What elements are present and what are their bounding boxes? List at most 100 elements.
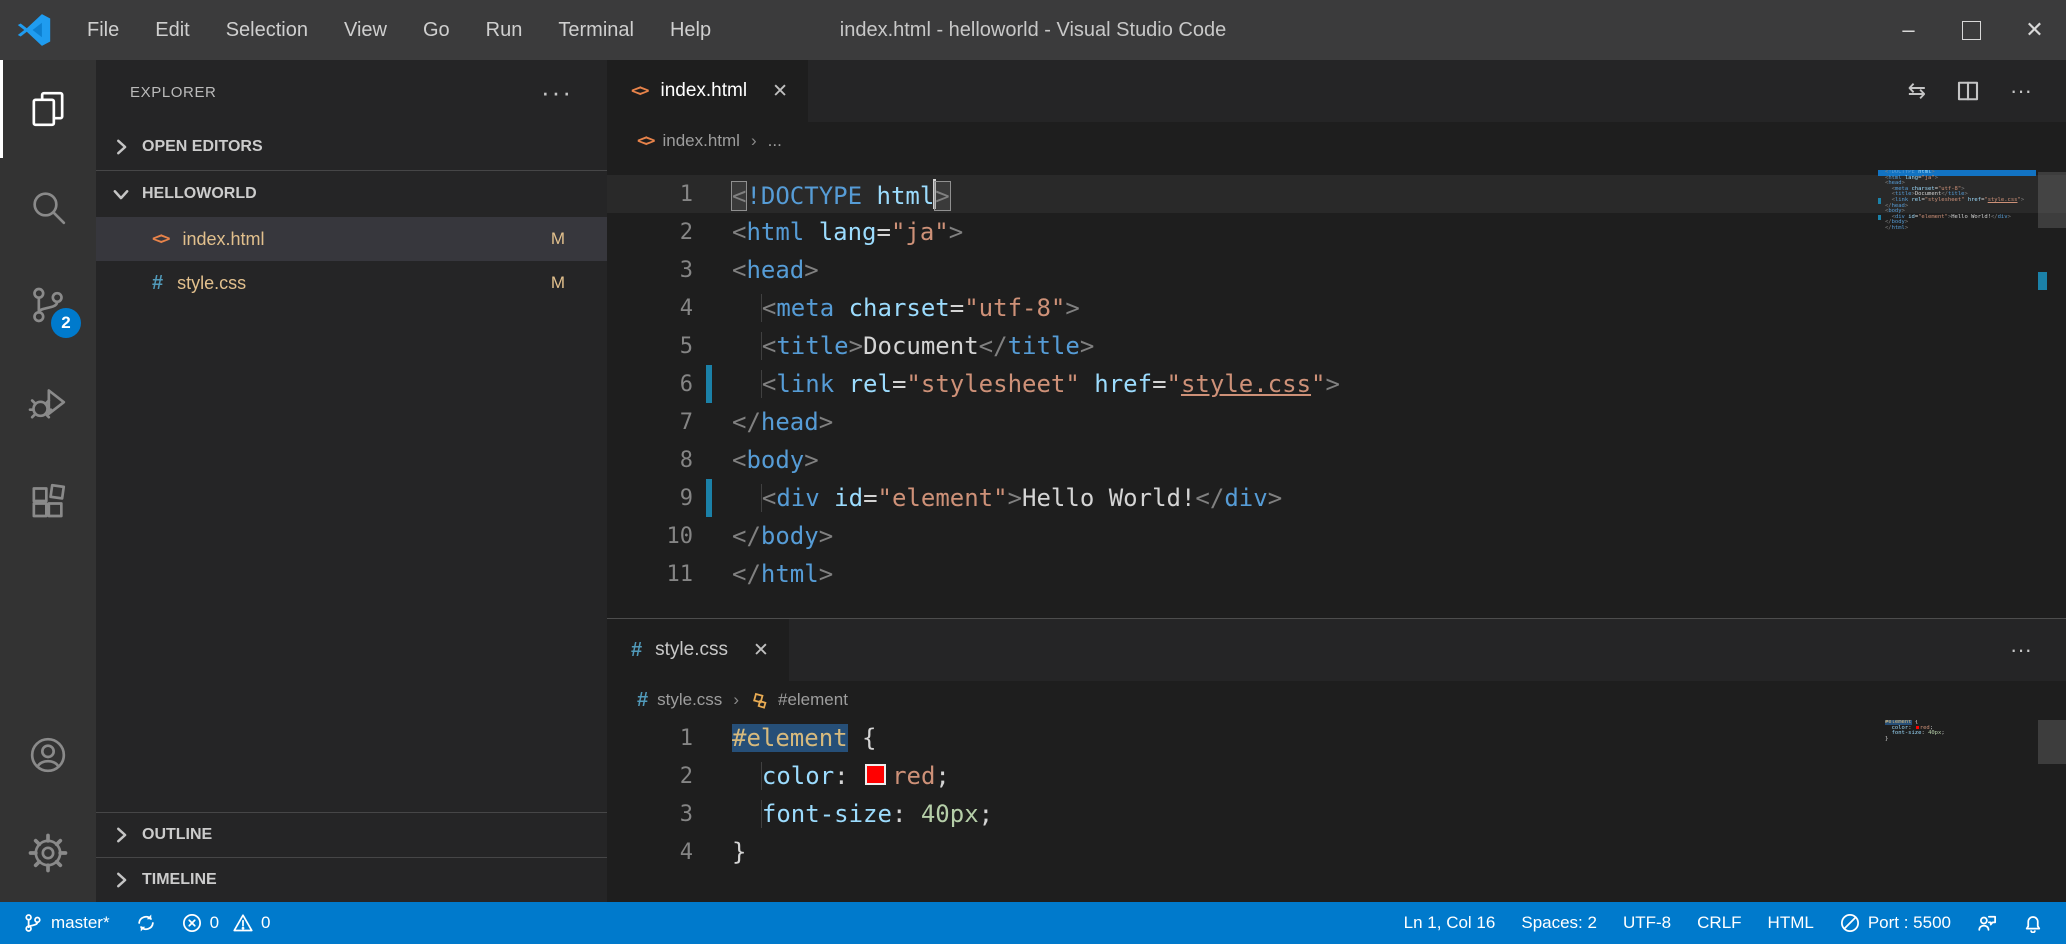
more-actions-button[interactable]: ···: [2010, 637, 2032, 663]
menu-item-selection[interactable]: Selection: [211, 13, 323, 48]
breadcrumb-item[interactable]: #style.css: [637, 689, 722, 712]
menu-item-terminal[interactable]: Terminal: [543, 13, 649, 48]
menu-item-run[interactable]: Run: [471, 13, 538, 48]
close-tab-icon[interactable]: ✕: [772, 80, 788, 103]
status-feedback[interactable]: [1964, 902, 2010, 944]
minimap[interactable]: #element { color: red; font-size: 40px;}: [1878, 720, 2036, 742]
status-eol[interactable]: CRLF: [1684, 902, 1754, 944]
menu-item-view[interactable]: View: [329, 13, 402, 48]
error-icon: [182, 913, 202, 933]
maximize-button[interactable]: [1940, 0, 2003, 60]
activity-run-debug-button[interactable]: [0, 354, 96, 452]
css-file-icon: #: [637, 689, 648, 712]
files-icon: [28, 89, 68, 129]
tab-style-css[interactable]: #style.css✕: [607, 619, 789, 681]
workbench: 2 EXPLORER ··· OPEN EDITORS HELLOWORLD <…: [0, 60, 2066, 902]
activity-account-button[interactable]: [0, 706, 96, 804]
code-editor[interactable]: 1#element {2 color: red;3 font-size: 40p…: [607, 719, 2066, 871]
status-cursor-position[interactable]: Ln 1, Col 16: [1391, 902, 1509, 944]
code-line[interactable]: 8<body>: [607, 441, 2066, 479]
activity-search-button[interactable]: [0, 158, 96, 256]
status-sync[interactable]: [123, 902, 169, 944]
code-line[interactable]: 3 font-size: 40px;: [607, 795, 2066, 833]
close-tab-icon[interactable]: ✕: [753, 639, 769, 662]
folder-section-helloworld[interactable]: HELLOWORLD: [96, 171, 607, 217]
activity-settings-button[interactable]: [0, 804, 96, 902]
file-item-style-css[interactable]: #style.cssM: [96, 261, 607, 305]
window-controls: –✕: [1877, 0, 2066, 60]
status-encoding[interactable]: UTF-8: [1610, 902, 1684, 944]
status-language-mode[interactable]: HTML: [1755, 902, 1827, 944]
activity-bar-bottom-items: [0, 706, 96, 902]
gutter-spacer: [706, 175, 712, 213]
gutter-spacer: [706, 795, 712, 833]
more-actions-button[interactable]: ···: [2010, 78, 2032, 104]
breadcrumb-item[interactable]: ...: [768, 131, 782, 151]
code-line[interactable]: 7</head>: [607, 403, 2066, 441]
minimap[interactable]: <!DOCTYPE html><html lang="ja"><head> <m…: [1878, 170, 2036, 232]
css-color-swatch[interactable]: [865, 764, 886, 785]
code-line[interactable]: 10</body>: [607, 517, 2066, 555]
vscode-logo-icon: [16, 12, 52, 48]
activity-explorer-button[interactable]: [0, 60, 96, 158]
code-line[interactable]: 4}: [607, 833, 2066, 871]
gutter-modified-indicator: [706, 479, 712, 517]
code-line[interactable]: 4 <meta charset="utf-8">: [607, 289, 2066, 327]
code-line[interactable]: 2<html lang="ja">: [607, 213, 2066, 251]
file-item-index-html[interactable]: <>index.htmlM: [96, 217, 607, 261]
close-button[interactable]: ✕: [2003, 0, 2066, 60]
status-notifications[interactable]: [2010, 902, 2056, 944]
symbol-rule-icon: [750, 691, 769, 710]
code-line[interactable]: 11</html>: [607, 555, 2066, 593]
menu-item-help[interactable]: Help: [655, 13, 726, 48]
sidebar-section-timeline[interactable]: TIMELINE: [96, 857, 607, 902]
css-color-swatch[interactable]: [1916, 726, 1919, 729]
line-number: 4: [607, 296, 693, 321]
split-editor-button[interactable]: [1956, 79, 1980, 103]
menu-item-edit[interactable]: Edit: [140, 13, 204, 48]
gutter-spacer: [706, 757, 712, 795]
menu-item-go[interactable]: Go: [408, 13, 465, 48]
git-modified-badge: M: [551, 229, 565, 249]
chevron-right-icon: [110, 869, 132, 891]
status-live-server-port[interactable]: Port : 5500: [1827, 902, 1964, 944]
line-number: 5: [607, 334, 693, 359]
status-git-branch[interactable]: master*: [10, 902, 123, 944]
code-line[interactable]: 1#element {: [607, 719, 2066, 757]
menu-item-file[interactable]: File: [72, 13, 134, 48]
status-problems[interactable]: 00: [169, 902, 284, 944]
bell-icon: [2023, 913, 2043, 933]
code-line[interactable]: 1<!DOCTYPE html>: [607, 175, 2066, 213]
file-name: style.css: [177, 273, 246, 294]
line-number: 2: [607, 764, 693, 789]
minimize-button[interactable]: –: [1877, 0, 1940, 60]
menu-bar: FileEditSelectionViewGoRunTerminalHelp: [72, 13, 726, 48]
status-bar: master* 00 Ln 1, Col 16Spaces: 2UTF-8CRLF…: [0, 902, 2066, 944]
breadcrumb: #style.css›#element: [607, 681, 2066, 719]
open-changes-button[interactable]: ⇆: [1908, 78, 1926, 104]
breadcrumb: <>index.html›...: [607, 122, 2066, 160]
code-line[interactable]: 5 <title>Document</title>: [607, 327, 2066, 365]
explorer-more-actions-button[interactable]: ···: [541, 77, 573, 108]
code-line[interactable]: 3<head>: [607, 251, 2066, 289]
scrollbar-thumb[interactable]: [2038, 720, 2066, 764]
breadcrumb-item[interactable]: #element: [750, 690, 848, 710]
sidebar-section-outline[interactable]: OUTLINE: [96, 812, 607, 857]
activity-extensions-button[interactable]: [0, 452, 96, 550]
scrollbar-thumb[interactable]: [2038, 172, 2066, 228]
code-editor[interactable]: 1<!DOCTYPE html>2<html lang="ja">3<head>…: [607, 160, 2066, 593]
code-line[interactable]: 2 color: red;: [607, 757, 2066, 795]
overview-ruler-modified-mark: [2038, 272, 2047, 290]
open-editors-section[interactable]: OPEN EDITORS: [96, 124, 607, 171]
code-line[interactable]: 6 <link rel="stylesheet" href="style.css…: [607, 365, 2066, 403]
maximize-icon: [1962, 21, 1981, 40]
breadcrumb-item[interactable]: <>index.html: [637, 131, 740, 151]
line-number: 6: [607, 372, 693, 397]
activity-source-control-button[interactable]: 2: [0, 256, 96, 354]
gutter-spacer: [706, 833, 712, 871]
vscode-window: FileEditSelectionViewGoRunTerminalHelp i…: [0, 0, 2066, 944]
tab-label: style.css: [655, 639, 728, 661]
code-line[interactable]: 9 <div id="element">Hello World!</div>: [607, 479, 2066, 517]
tab-index-html[interactable]: <>index.html✕: [607, 60, 808, 122]
status-indentation[interactable]: Spaces: 2: [1508, 902, 1610, 944]
